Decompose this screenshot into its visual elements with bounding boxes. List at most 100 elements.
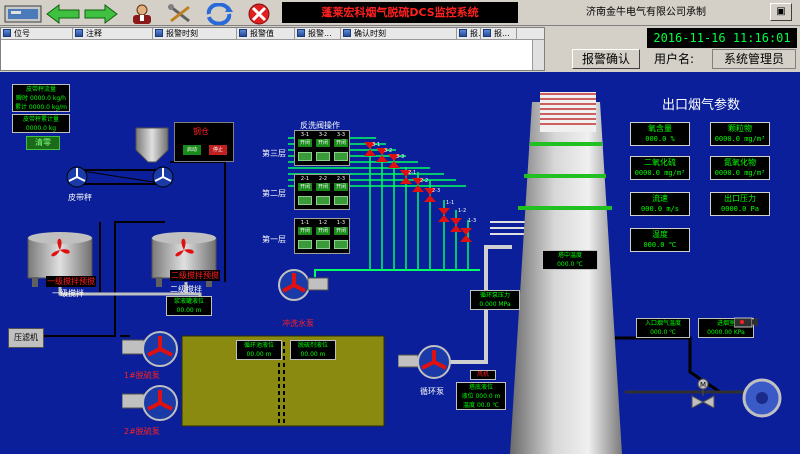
- layer3-label: 第三层: [262, 149, 286, 158]
- layer1-label: 第一层: [262, 235, 286, 244]
- alarm-ack-button[interactable]: 报警确认: [572, 49, 640, 69]
- alarm-col-type[interactable]: 报警...: [295, 28, 341, 40]
- refresh-icon[interactable]: [200, 2, 236, 26]
- param-particulate: 颗粒物 0000.0 mg/m³: [710, 122, 770, 146]
- valve-status: [316, 240, 330, 249]
- tank2-status-label: 二级搅拌预搅: [170, 270, 220, 281]
- circ-pump-icon[interactable]: [398, 344, 454, 380]
- tank1-status-label: 一级搅拌预搅: [46, 276, 96, 287]
- alarm-col-tag[interactable]: 位号: [1, 28, 73, 40]
- circ-pump-label: 循环泵: [420, 387, 444, 396]
- layer2-label: 第二层: [262, 189, 286, 198]
- alarm-col-note[interactable]: 注释: [73, 28, 153, 40]
- belt-flow-box: 皮带秤流量 瞬时 0000.0 kg/h 累计 0000.0 kg/m: [12, 84, 70, 112]
- belt-flow-label: 皮带秤流量: [25, 86, 56, 93]
- arrow-left-icon[interactable]: [44, 2, 80, 24]
- param-flow-speed: 流速 000.0 m/s: [630, 192, 690, 216]
- flush-pump-icon[interactable]: [276, 268, 330, 302]
- alarm-col-time[interactable]: 报警时刻: [153, 28, 237, 40]
- agent-level-box: 脱硫剂液位 00.00 m: [290, 340, 336, 360]
- valve-3-1-button[interactable]: 开闭: [298, 139, 312, 147]
- inlet-motor-valve-icon[interactable]: M: [690, 378, 716, 408]
- belt-flow-cumulative: 累计 0000.0 kg/m: [15, 104, 67, 111]
- valve-2-1-button[interactable]: 开闭: [298, 183, 312, 191]
- user-label: 用户名:: [654, 52, 695, 66]
- belt-total-value: 0000.0 kg: [25, 125, 57, 132]
- filter-press-label[interactable]: 压滤机: [8, 328, 44, 348]
- user-name-field: 系统管理员: [712, 49, 796, 69]
- slurry-level-label: 浆液罐液位: [173, 298, 204, 305]
- process-diagram: 皮带秤流量 瞬时 0000.0 kg/h 累计 0000.0 kg/m 皮带秤累…: [0, 72, 800, 454]
- belt-wheel-right-icon: [152, 166, 174, 188]
- circ-pressure-label: 循环泵压力: [479, 292, 510, 299]
- valve-1-3-icon[interactable]: [460, 228, 472, 242]
- valve-status: [298, 196, 312, 205]
- svg-text:M: M: [700, 381, 706, 389]
- valve-2-3-button[interactable]: 开闭: [334, 183, 348, 191]
- valve-3-2-button[interactable]: 开闭: [316, 139, 330, 147]
- valve-status: [316, 196, 330, 205]
- vendor-text: 济南金牛电气有限公司承制: [586, 7, 706, 18]
- silo-control-panel: 钢仓 启动 停止: [174, 122, 234, 162]
- silo-start-button[interactable]: 启动: [183, 145, 201, 155]
- valve-status: [334, 240, 348, 249]
- alarm-table[interactable]: 位号 注释 报警时刻 报警值 报警... 确认时刻 报... 报...: [0, 27, 545, 71]
- tower-temp-box: 塔中温度 000.0 ℃: [542, 250, 598, 270]
- booster-fan-icon[interactable]: [740, 378, 784, 418]
- flush-pump-label: 冲洗水泵: [282, 319, 314, 328]
- sort-icon: [343, 29, 351, 37]
- silo-stop-button[interactable]: 停止: [209, 145, 227, 155]
- alarm-col-value[interactable]: 报警值: [237, 28, 295, 40]
- valve-1-3-button[interactable]: 开闭: [334, 227, 348, 235]
- tower-bottom-temp: 温度 00.0 ℃: [463, 402, 499, 409]
- monitor-icon[interactable]: [2, 2, 42, 24]
- agent-level-value: 00.00 m: [300, 351, 326, 358]
- belt-clear-button[interactable]: 清零: [26, 136, 60, 150]
- valve-1-1-icon[interactable]: [438, 208, 450, 222]
- alarm-col-ack-time[interactable]: 确认时刻: [341, 28, 457, 40]
- valve-status: [334, 196, 348, 205]
- valve-1-2-button[interactable]: 开闭: [316, 227, 330, 235]
- valve-1-1-button[interactable]: 开闭: [298, 227, 312, 235]
- circ-pressure-box: 循环泵压力 0.000 MPa: [470, 290, 520, 310]
- alarm-scrollbar[interactable]: [532, 40, 544, 70]
- tank1-agitator-icon: [51, 238, 70, 257]
- alarm-col-extra2[interactable]: 报...: [481, 28, 517, 40]
- agent-level-label: 脱硫剂液位: [297, 342, 328, 349]
- circ-pond-level-value: 00.00 m: [246, 351, 272, 358]
- inlet-temp-label: 入口烟气温度: [644, 320, 681, 327]
- circ-pond-level-box: 循环池液位 00.00 m: [236, 340, 282, 360]
- arrow-right-icon[interactable]: [82, 2, 118, 24]
- outlet-params-title: 出口烟气参数: [662, 98, 741, 113]
- status-panel: 2016-11-16 11:16:01 报警确认 用户名: 系统管理员: [546, 27, 800, 71]
- sort-icon: [3, 29, 11, 37]
- slurry-level-box: 浆液罐液位 00.00 m: [166, 296, 212, 316]
- param-temperature: 温度 000.0 ℃: [630, 228, 690, 252]
- sort-icon: [459, 29, 467, 37]
- alarm-col-extra1[interactable]: 报...: [457, 28, 481, 40]
- close-icon[interactable]: [240, 2, 276, 25]
- tower-bottom-level: 液位 000.0 m: [461, 393, 501, 400]
- valve-3-3-button[interactable]: 开闭: [334, 139, 348, 147]
- user-icon[interactable]: [124, 2, 158, 24]
- sort-icon: [483, 29, 491, 37]
- window-control-button[interactable]: ▣: [770, 3, 792, 21]
- belt-wheel-left-icon: [66, 166, 88, 188]
- layer2-controls: 2-1 2-2 2-3 开闭 开闭 开闭: [294, 174, 350, 210]
- belt-scale-label: 皮带秤: [68, 193, 92, 202]
- valve-status: [298, 152, 312, 161]
- belt-total-box: 皮带秤累计量 0000.0 kg: [12, 114, 70, 133]
- silo-panel-title: 钢仓: [193, 127, 209, 136]
- tank1-label: 一级搅拌: [52, 289, 84, 298]
- pump2-icon[interactable]: [122, 384, 180, 422]
- tools-icon[interactable]: [162, 2, 196, 24]
- sort-icon: [239, 29, 247, 37]
- pump1-icon[interactable]: [122, 330, 180, 368]
- toolbar: 蓬莱宏科烟气脱硫DCS监控系统 济南金牛电气有限公司承制 ▣: [0, 0, 800, 26]
- datetime-display: 2016-11-16 11:16:01: [647, 28, 797, 48]
- valve-status: [298, 240, 312, 249]
- layer1-controls: 1-1 1-2 1-3 开闭 开闭 开闭: [294, 218, 350, 254]
- valve-2-2-button[interactable]: 开闭: [316, 183, 330, 191]
- sort-icon: [297, 29, 305, 37]
- tank2-label: 二级搅拌: [170, 285, 202, 294]
